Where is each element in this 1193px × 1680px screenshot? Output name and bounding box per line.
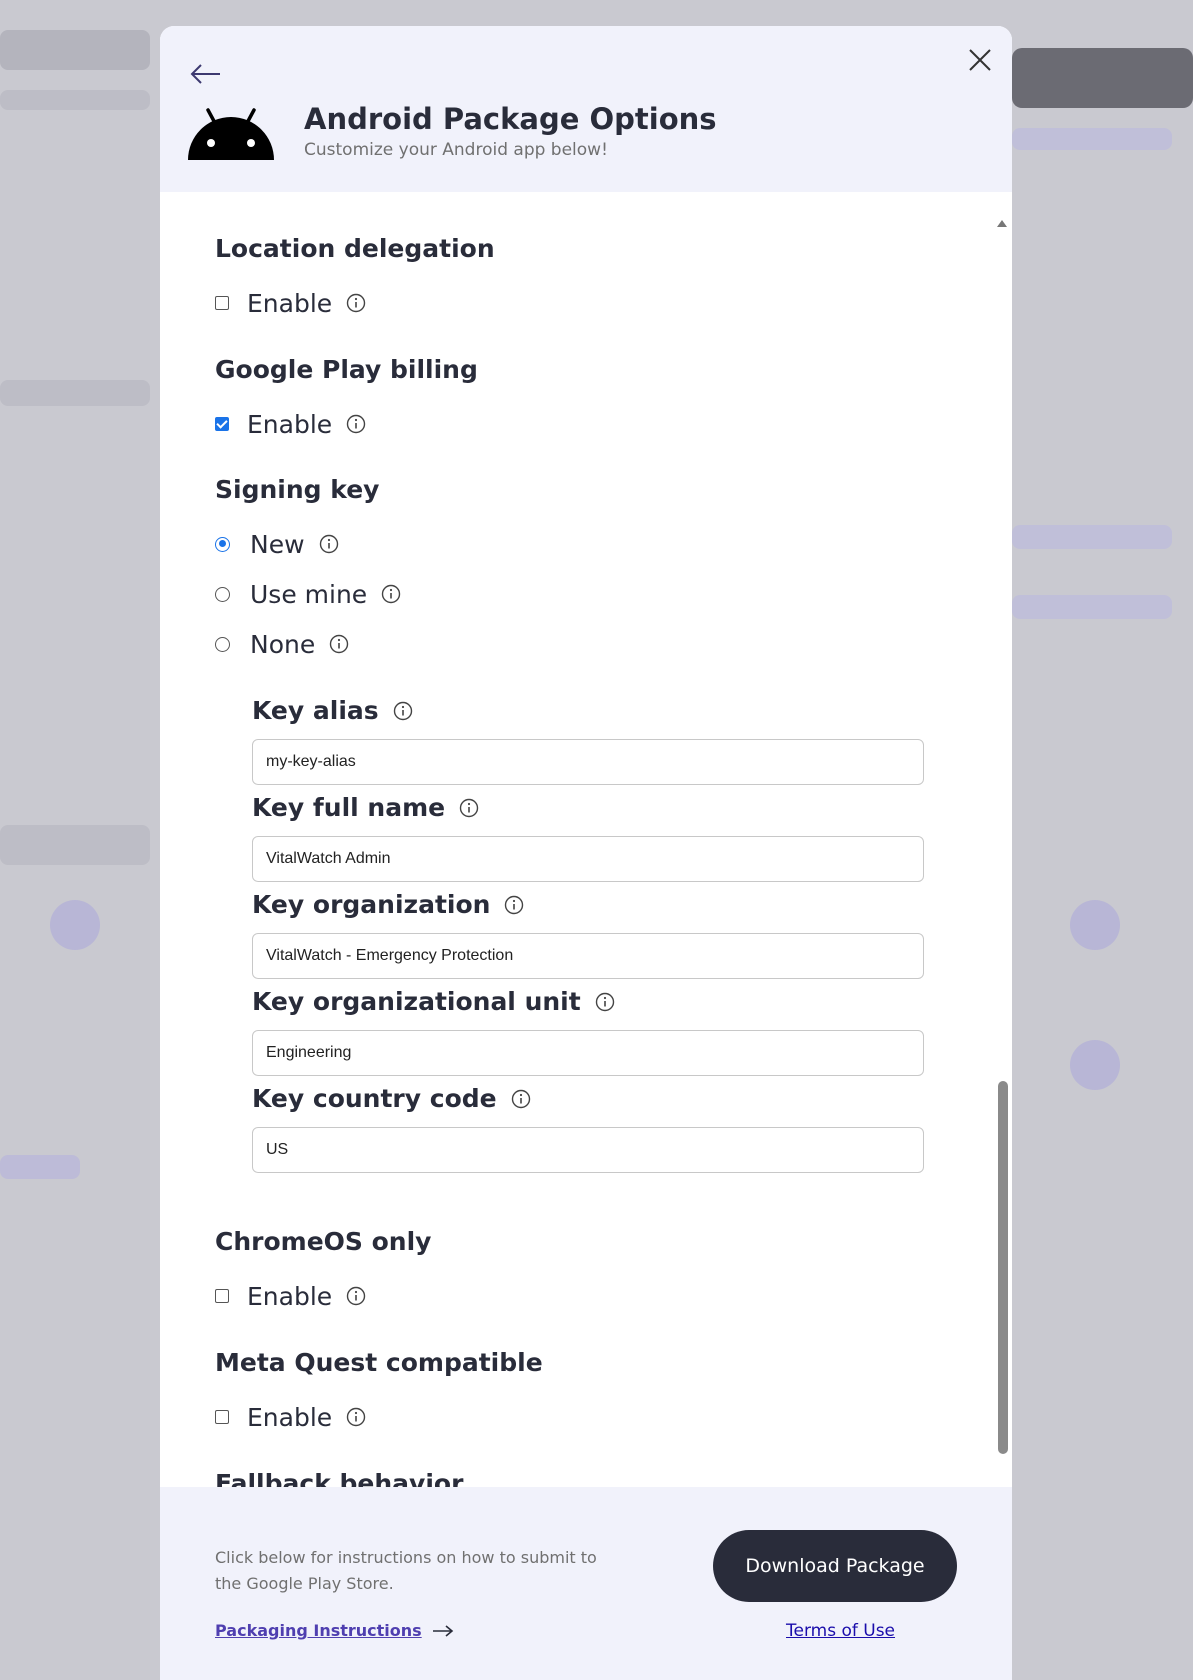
key-alias-label: Key alias [252,696,379,725]
dialog-footer: Click below for instructions on how to s… [160,1487,1012,1680]
chromeos-only-label: Enable [247,1281,333,1311]
key-country-code-label: Key country code [252,1084,497,1113]
packaging-instructions-link[interactable]: Packaging Instructions [215,1621,456,1640]
chromeos-only-title: ChromeOS only [215,1227,432,1256]
scroll-up-arrow-icon[interactable] [996,218,1008,228]
key-full-name-label-row: Key full name [252,793,479,822]
scrollbar-thumb[interactable] [998,1081,1008,1454]
signing-key-title: Signing key [215,475,380,504]
key-alias-label-row: Key alias [252,696,413,725]
signing-key-none-radio[interactable] [215,636,230,652]
chromeos-only-option: Enable [215,1279,366,1313]
key-org-unit-input[interactable]: Engineering [252,1030,924,1076]
android-logo-icon [188,108,274,160]
terms-of-use-link[interactable]: Terms of Use [786,1621,895,1641]
close-button[interactable] [964,44,996,76]
dialog-header: Android Package Options Customize your A… [160,26,1012,192]
key-organization-label: Key organization [252,890,491,919]
signing-key-none-label: None [250,629,316,659]
close-icon [969,49,991,71]
info-icon[interactable] [329,634,349,654]
google-play-billing-label: Enable [247,409,333,439]
meta-quest-checkbox[interactable] [215,1410,229,1424]
signing-key-use-mine-radio[interactable] [215,586,230,602]
signing-key-new-label: New [250,529,305,559]
signing-key-option-none: None [215,627,349,661]
dialog-subtitle: Customize your Android app below! [304,140,608,160]
key-country-code-label-row: Key country code [252,1084,531,1113]
google-play-billing-option: Enable [215,407,366,441]
packaging-instructions-label: Packaging Instructions [215,1621,422,1640]
signing-key-new-radio[interactable] [215,536,230,552]
info-icon[interactable] [381,584,401,604]
signing-key-option-use-mine: Use mine [215,577,401,611]
info-icon[interactable] [459,798,479,818]
key-full-name-input[interactable]: VitalWatch Admin [252,836,924,882]
info-icon[interactable] [319,534,339,554]
meta-quest-label: Enable [247,1402,333,1432]
arrow-right-icon [432,1624,453,1637]
meta-quest-title: Meta Quest compatible [215,1348,543,1377]
location-delegation-checkbox[interactable] [215,296,229,310]
info-icon[interactable] [346,293,366,313]
info-icon[interactable] [504,895,524,915]
info-icon[interactable] [511,1089,531,1109]
key-org-unit-label: Key organizational unit [252,987,581,1016]
key-country-code-input[interactable]: US [252,1127,924,1173]
info-icon[interactable] [595,992,615,1012]
info-icon[interactable] [346,414,366,434]
key-alias-input[interactable]: my-key-alias [252,739,924,785]
info-icon[interactable] [393,701,413,721]
location-delegation-label: Enable [247,288,333,318]
key-org-unit-label-row: Key organizational unit [252,987,615,1016]
key-organization-input[interactable]: VitalWatch - Emergency Protection [252,933,924,979]
arrow-left-icon [190,64,220,84]
download-package-button[interactable]: Download Package [713,1530,957,1602]
signing-key-option-new: New [215,527,339,561]
location-delegation-title: Location delegation [215,234,495,263]
key-full-name-label: Key full name [252,793,446,822]
back-button[interactable] [186,56,226,92]
google-play-billing-checkbox[interactable] [215,417,229,431]
google-play-billing-title: Google Play billing [215,355,478,384]
meta-quest-option: Enable [215,1400,366,1434]
dialog-title: Android Package Options [304,102,717,136]
footer-instructions-text: Click below for instructions on how to s… [215,1548,597,1593]
info-icon[interactable] [346,1286,366,1306]
chromeos-only-checkbox[interactable] [215,1289,229,1303]
info-icon[interactable] [346,1407,366,1427]
signing-key-use-mine-label: Use mine [250,579,368,609]
key-organization-label-row: Key organization [252,890,524,919]
android-package-dialog: Android Package Options Customize your A… [160,26,1012,1680]
location-delegation-option: Enable [215,286,366,320]
